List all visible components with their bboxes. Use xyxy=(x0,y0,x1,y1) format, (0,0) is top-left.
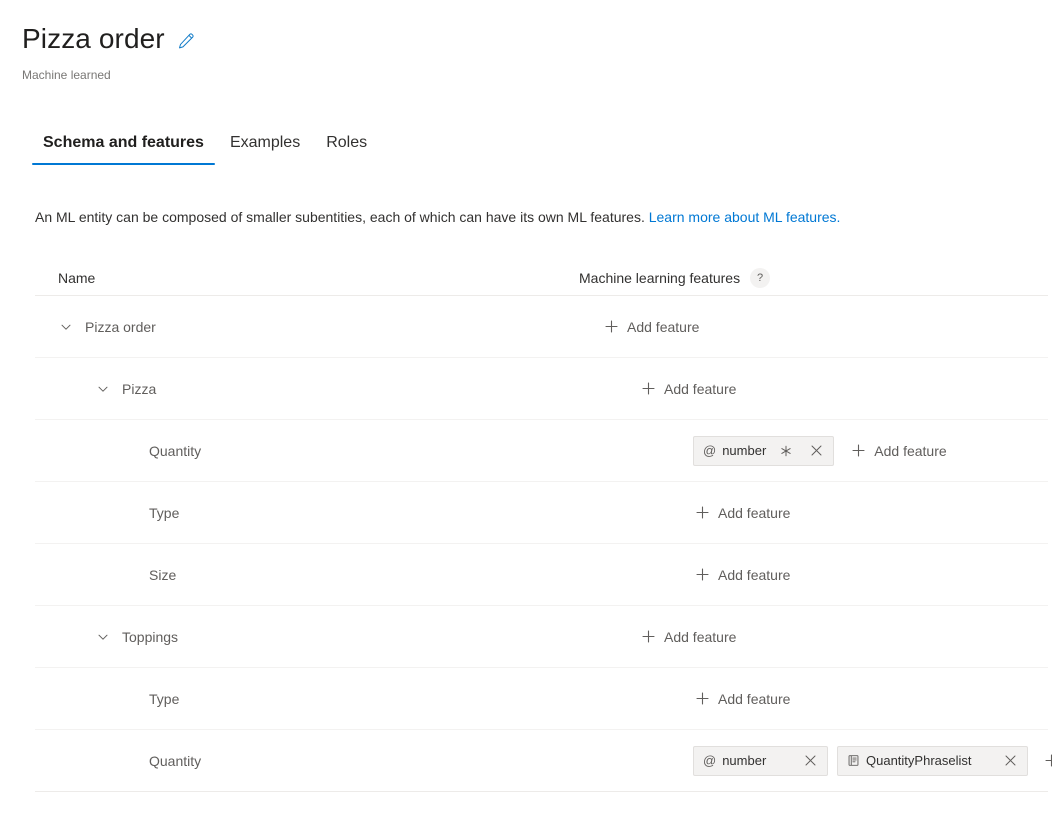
plus-icon xyxy=(641,630,655,644)
add-feature-label: Add feature xyxy=(664,380,737,397)
row-name-cell: Type xyxy=(35,503,693,523)
phraselist-icon xyxy=(847,754,860,767)
row-name-cell: Quantity xyxy=(35,751,693,771)
table-row: Size Add feature xyxy=(35,544,1048,606)
required-asterisk-icon[interactable] xyxy=(776,441,796,461)
plus-icon xyxy=(604,320,618,334)
at-icon: @ xyxy=(703,443,717,458)
page-header: Pizza order Machine learned xyxy=(0,0,1052,83)
title-row: Pizza order xyxy=(22,22,1052,56)
help-icon[interactable]: ? xyxy=(750,268,771,288)
add-feature-button[interactable]: Add feature xyxy=(693,561,792,589)
add-feature-label: Add feature xyxy=(874,442,947,459)
row-features-cell: Add feature xyxy=(693,499,1048,527)
plus-icon xyxy=(695,506,709,520)
row-features-cell: @ number QuantityPhraselist Add feature xyxy=(693,737,1052,785)
row-name-label: Quantity xyxy=(149,752,202,769)
row-name-cell: Size xyxy=(35,565,693,585)
tab-schema-and-features[interactable]: Schema and features xyxy=(30,132,217,165)
row-name-label: Pizza order xyxy=(85,318,156,335)
add-feature-button[interactable]: Add feature xyxy=(639,623,738,651)
row-name-label: Size xyxy=(149,566,177,583)
column-header-name: Name xyxy=(58,270,96,286)
chevron-down-icon[interactable] xyxy=(95,629,111,645)
row-features-cell: Add feature xyxy=(639,623,1048,651)
add-feature-button[interactable]: Add feature xyxy=(602,313,701,341)
feature-chip[interactable]: @ number xyxy=(693,435,835,466)
plus-icon xyxy=(695,692,709,706)
row-name-label: Type xyxy=(149,690,180,707)
feature-chip-label: number xyxy=(722,753,767,768)
description-sentence: An ML entity can be composed of smaller … xyxy=(35,209,645,225)
table-row: Pizza order Add feature xyxy=(35,296,1048,358)
chevron-down-icon[interactable] xyxy=(95,381,111,397)
tab-roles[interactable]: Roles xyxy=(313,132,380,165)
add-feature-button[interactable]: Add feature xyxy=(1043,737,1052,785)
row-name-cell: Toppings xyxy=(35,627,639,647)
add-feature-label: Add feature xyxy=(718,566,791,583)
row-features-cell: Add feature xyxy=(693,685,1048,713)
remove-feature-icon[interactable] xyxy=(806,441,826,461)
feature-chip-label: QuantityPhraselist xyxy=(866,753,972,768)
table-header-row: Name Machine learning features ? xyxy=(35,261,1048,296)
feature-chip-label: number xyxy=(722,443,767,458)
row-features-cell: Add feature xyxy=(693,561,1048,589)
entity-type-subtitle: Machine learned xyxy=(22,68,111,82)
row-name-cell: Pizza order xyxy=(35,317,602,337)
schema-feature-table: Name Machine learning features ? Pizza o… xyxy=(0,261,1052,792)
row-name-label: Pizza xyxy=(122,380,157,397)
page-title: Pizza order xyxy=(22,23,165,54)
plus-icon xyxy=(641,382,655,396)
learn-more-link[interactable]: Learn more about ML features. xyxy=(649,209,841,225)
row-name-cell: Type xyxy=(35,689,693,709)
table-row: Pizza Add feature xyxy=(35,358,1048,420)
row-features-cell: @ number Add feature xyxy=(693,435,1048,466)
add-feature-button[interactable]: Add feature xyxy=(639,375,738,403)
row-features-cell: Add feature xyxy=(639,375,1048,403)
remove-feature-icon[interactable] xyxy=(800,751,820,771)
description-text: An ML entity can be composed of smaller … xyxy=(0,207,1052,227)
at-icon: @ xyxy=(703,753,717,768)
table-row: Quantity @ number Add feature xyxy=(35,420,1048,482)
table-row: Quantity @ number QuantityPhraselist Add fea… xyxy=(35,730,1052,792)
plus-icon xyxy=(695,568,709,582)
column-header-features: Machine learning features ? xyxy=(579,268,771,288)
column-header-features-label: Machine learning features xyxy=(579,270,741,286)
pencil-icon[interactable] xyxy=(175,30,197,52)
add-feature-label: Add feature xyxy=(664,628,737,645)
row-name-cell: Pizza xyxy=(35,379,639,399)
add-feature-button[interactable]: Add feature xyxy=(849,437,948,465)
row-name-label: Toppings xyxy=(122,628,179,645)
feature-chip[interactable]: QuantityPhraselist xyxy=(837,745,1028,776)
tab-examples[interactable]: Examples xyxy=(217,132,313,165)
add-feature-label: Add feature xyxy=(627,318,700,335)
row-name-cell: Quantity xyxy=(35,441,693,461)
plus-icon xyxy=(1045,754,1052,768)
add-feature-label: Add feature xyxy=(718,690,791,707)
remove-feature-icon[interactable] xyxy=(1000,751,1020,771)
plus-icon xyxy=(851,444,865,458)
row-features-cell: Add feature xyxy=(602,313,1048,341)
tab-bar: Schema and features Examples Roles xyxy=(0,127,1052,165)
table-row: Type Add feature xyxy=(35,482,1048,544)
table-body: Pizza order Add feature Pizza Add feature Qu… xyxy=(35,296,1052,792)
add-feature-button[interactable]: Add feature xyxy=(693,499,792,527)
feature-chip[interactable]: @ number xyxy=(693,745,828,776)
add-feature-label: Add feature xyxy=(718,504,791,521)
table-row: Toppings Add feature xyxy=(35,606,1048,668)
row-name-label: Type xyxy=(149,504,180,521)
table-row: Type Add feature xyxy=(35,668,1048,730)
chevron-down-icon[interactable] xyxy=(58,319,74,335)
row-name-label: Quantity xyxy=(149,442,202,459)
add-feature-button[interactable]: Add feature xyxy=(693,685,792,713)
